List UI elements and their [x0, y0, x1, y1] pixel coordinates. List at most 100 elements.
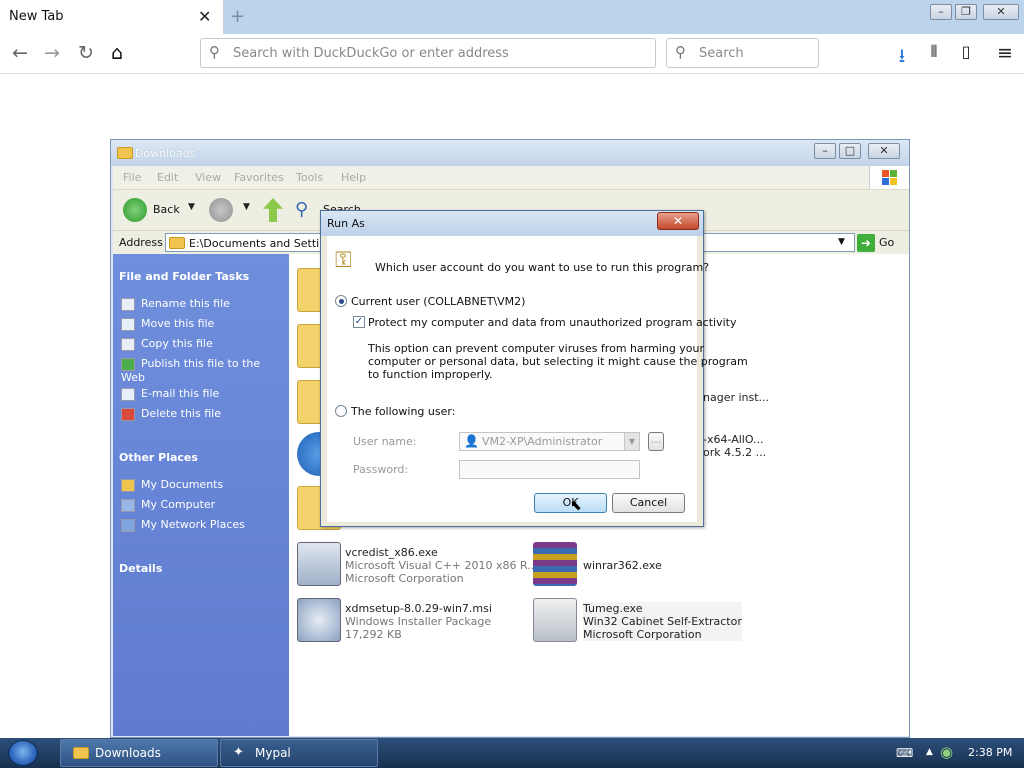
task-rename[interactable]: Rename this file — [121, 297, 230, 311]
tray-expand-icon[interactable]: ▲ — [926, 747, 933, 757]
minimize-button[interactable]: – — [930, 4, 952, 20]
menu-tools[interactable]: Tools — [296, 171, 323, 184]
dialog-titlebar[interactable]: Run As ✕ — [321, 211, 703, 236]
restore-button[interactable]: ❐ — [955, 4, 977, 20]
computer-icon — [121, 498, 135, 512]
dialog-title: Run As — [327, 217, 365, 230]
keyboard-icon[interactable]: ⌨ — [896, 746, 913, 760]
protect-checkbox[interactable]: ✓ — [353, 316, 365, 328]
winrar-icon[interactable] — [533, 542, 577, 586]
search-placeholder: Search — [699, 46, 744, 61]
task-publish[interactable]: Publish this file to the Web — [121, 357, 271, 384]
folder-icon — [121, 478, 135, 492]
menu-help[interactable]: Help — [341, 171, 366, 184]
forward-icon[interactable] — [209, 198, 233, 222]
explorer-titlebar[interactable]: Downloads – □ ✕ — [111, 140, 909, 166]
following-user-radio[interactable] — [335, 405, 347, 417]
back-dropdown-icon[interactable]: ▼ — [188, 202, 195, 212]
file-item-xdmsetup[interactable]: xdmsetup-8.0.29-win7.msi Windows Install… — [345, 602, 492, 641]
delete-icon — [121, 407, 135, 421]
place-network[interactable]: My Network Places — [121, 518, 245, 532]
explorer-task-pane: File and Folder Tasks Rename this file M… — [113, 254, 289, 736]
explorer-close-button[interactable]: ✕ — [868, 143, 900, 159]
search-icon: ⚲ — [209, 43, 220, 61]
download-icon[interactable]: ⭳ — [890, 42, 914, 74]
place-my-computer[interactable]: My Computer — [121, 498, 215, 512]
close-tab-icon[interactable]: ✕ — [198, 7, 211, 26]
email-icon — [121, 387, 135, 401]
search-box[interactable]: ⚲ Search — [666, 38, 819, 68]
menu-edit[interactable]: Edit — [157, 171, 178, 184]
menu-file[interactable]: File — [123, 171, 141, 184]
protect-label[interactable]: Protect my computer and data from unauth… — [368, 316, 736, 329]
search-icon[interactable]: ⚲ — [295, 199, 308, 220]
username-combobox[interactable]: 👤 VM2-XP\Administrator ▼ — [459, 432, 640, 451]
task-email[interactable]: E-mail this file — [121, 387, 219, 401]
menu-icon[interactable]: ≡ — [993, 42, 1017, 64]
task-delete[interactable]: Delete this file — [121, 407, 221, 421]
forward-dropdown-icon[interactable]: ▼ — [243, 202, 250, 212]
username-value: VM2-XP\Administrator — [482, 435, 603, 448]
sidebar-toggle-icon[interactable]: ▯ — [954, 42, 978, 61]
new-tab-icon[interactable]: + — [230, 6, 245, 27]
forward-arrow-icon[interactable]: → — [40, 42, 64, 64]
back-arrow-icon[interactable]: ← — [8, 42, 32, 64]
menu-view[interactable]: View — [195, 171, 221, 184]
cancel-button[interactable]: Cancel — [612, 493, 685, 513]
taskbar-item-mypal[interactable]: ✦ Mypal — [220, 739, 378, 767]
clock[interactable]: 2:38 PM — [968, 746, 1012, 759]
partial-file-label: nager inst... — [703, 391, 770, 404]
up-folder-icon[interactable] — [263, 198, 283, 222]
installer-icon[interactable] — [297, 542, 341, 586]
back-label[interactable]: Back — [153, 203, 180, 216]
taskbar-item-downloads[interactable]: Downloads — [60, 739, 218, 767]
cabinet-icon[interactable] — [533, 598, 577, 642]
file-item-winrar[interactable]: winrar362.exe — [583, 559, 662, 572]
mypal-icon: ✦ — [233, 745, 244, 760]
menu-favorites[interactable]: Favorites — [234, 171, 284, 184]
library-icon[interactable]: ⫴ — [922, 42, 946, 62]
keys-icon: ⚿ — [335, 248, 352, 273]
go-label[interactable]: Go — [879, 236, 894, 249]
url-bar[interactable]: ⚲ Search with DuckDuckGo or enter addres… — [200, 38, 656, 68]
user-icon: 👤 — [464, 434, 479, 448]
partial-file-label: ork 4.5.2 ... — [703, 446, 767, 459]
browser-navbar: ← → ↻ ⌂ ⚲ Search with DuckDuckGo or ente… — [0, 34, 1024, 74]
home-icon[interactable]: ⌂ — [105, 42, 129, 64]
file-item-vcredist[interactable]: vcredist_x86.exe Microsoft Visual C++ 20… — [345, 546, 538, 585]
network-icon[interactable]: ◉ — [940, 743, 953, 761]
task-copy[interactable]: Copy this file — [121, 337, 213, 351]
password-field[interactable] — [459, 460, 640, 479]
dialog-close-button[interactable]: ✕ — [657, 212, 699, 230]
details-heading: Details — [119, 562, 163, 575]
username-label: User name: — [353, 435, 417, 448]
taskbar: Downloads ✦ Mypal ⌨ ▲ ◉ 2:38 PM — [0, 738, 1024, 768]
protect-description-3: to function improperly. — [368, 368, 493, 381]
address-dropdown-icon[interactable]: ▼ — [838, 237, 845, 247]
task-move[interactable]: Move this file — [121, 317, 214, 331]
place-my-documents[interactable]: My Documents — [121, 478, 223, 492]
go-arrow-icon[interactable]: ➜ — [857, 234, 875, 252]
explorer-maximize-button[interactable]: □ — [839, 143, 861, 159]
following-user-label[interactable]: The following user: — [351, 405, 455, 418]
start-button[interactable] — [8, 740, 38, 766]
mouse-cursor-icon: ⬉ — [570, 498, 582, 514]
dialog-body: ⚿ Which user account do you want to use … — [327, 236, 748, 522]
explorer-title: Downloads — [135, 147, 196, 160]
tab-title: New Tab — [9, 9, 64, 24]
reload-icon[interactable]: ↻ — [74, 42, 98, 64]
close-window-button[interactable]: ✕ — [983, 4, 1019, 20]
folder-icon — [117, 147, 133, 159]
back-icon[interactable] — [123, 198, 147, 222]
run-as-dialog: Run As ✕ ⚿ Which user account do you wan… — [320, 210, 748, 527]
chevron-down-icon[interactable]: ▼ — [624, 433, 639, 450]
msi-package-icon[interactable] — [297, 598, 341, 642]
current-user-radio[interactable] — [335, 295, 347, 307]
move-icon — [121, 317, 135, 331]
current-user-label[interactable]: Current user (COLLABNET\VM2) — [351, 295, 525, 308]
file-item-tumeg[interactable]: Tumeg.exe Win32 Cabinet Self-Extractor M… — [583, 602, 742, 641]
explorer-menubar: File Edit View Favorites Tools Help — [113, 166, 909, 190]
explorer-minimize-button[interactable]: – — [814, 143, 836, 159]
browse-button[interactable]: ... — [648, 432, 664, 451]
browser-tab[interactable]: New Tab ✕ — [0, 0, 224, 34]
